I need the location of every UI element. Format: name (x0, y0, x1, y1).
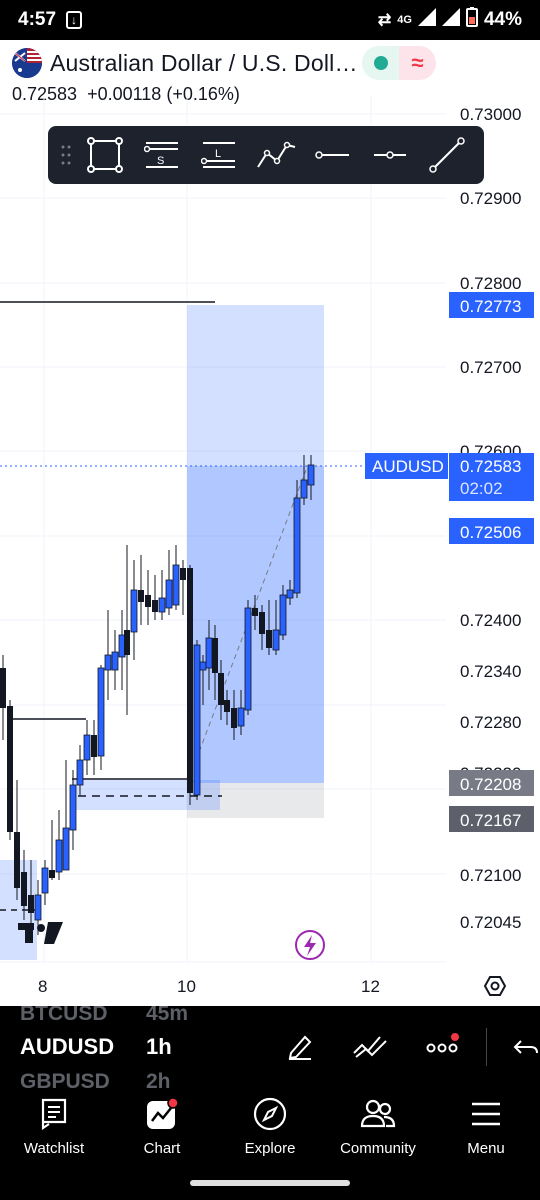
nav-label: Explore (244, 1140, 296, 1157)
trend-line-icon[interactable] (418, 126, 475, 184)
nav-watchlist[interactable]: Watchlist (0, 1094, 108, 1166)
time-tick: 8 (38, 977, 47, 996)
price-chart[interactable]: 0.73000 0.72900 0.72800 0.72700 0.72600 … (0, 96, 540, 1006)
nav-chart[interactable]: Chart (108, 1094, 216, 1166)
network-label: 4G (397, 14, 412, 26)
drawing-toolbar[interactable]: S L (48, 126, 484, 184)
price-tick: 0.72700 (460, 358, 521, 377)
time-tick: 12 (361, 977, 380, 996)
home-indicator[interactable] (190, 1180, 350, 1186)
price-tick: 0.72280 (460, 713, 521, 732)
rotate-icon: ⇄ (377, 12, 392, 29)
prev-symbol[interactable]: BTCUSD (20, 1006, 108, 1026)
signal-icon (417, 8, 436, 32)
signal2-icon (441, 8, 460, 32)
price-tick: 0.72400 (460, 611, 521, 630)
svg-text:L: L (215, 148, 221, 160)
nav-label: Menu (467, 1140, 505, 1157)
horizontal-line-icon[interactable] (304, 126, 361, 184)
au-us-flag-icon (12, 48, 42, 78)
community-icon (358, 1094, 398, 1134)
battery-icon (465, 7, 478, 33)
price-tick: 0.73000 (460, 105, 521, 124)
svg-text:S: S (157, 155, 164, 167)
nav-label: Chart (143, 1140, 181, 1157)
battery-percent: 44% (483, 9, 522, 30)
current-price-label: 0.72583 (460, 457, 521, 476)
price-tick: 0.72045 (460, 913, 521, 932)
market-open-indicator[interactable] (362, 46, 399, 80)
green-dot-icon (373, 56, 388, 70)
symbol-label: AUDUSD (372, 457, 444, 476)
grip-icon[interactable] (56, 126, 76, 184)
download-icon: ↓ (66, 11, 83, 29)
price-tick: 0.72100 (460, 866, 521, 885)
price-tick: 0.72800 (460, 274, 521, 293)
rectangle-icon[interactable] (76, 126, 133, 184)
next-interval[interactable]: 2h (146, 1070, 171, 1088)
time-tick: 10 (177, 977, 196, 996)
current-interval[interactable]: 1h (146, 1034, 172, 1060)
pencil-icon[interactable] (280, 1026, 320, 1066)
more-icon[interactable] (422, 1026, 462, 1066)
clock: 4:57 (18, 9, 57, 30)
symbol-title[interactable]: Australian Dollar / U.S. Doll… (50, 50, 358, 77)
next-symbol[interactable]: GBPUSD (20, 1070, 110, 1088)
status-bar: 4:57 ↓ ⇄ 4G 44% (0, 0, 540, 40)
nav-label: Watchlist (23, 1140, 85, 1157)
price-tick: 0.72340 (460, 662, 521, 681)
indicators-icon[interactable] (350, 1026, 390, 1066)
level-label-2: 0.72167 (460, 811, 521, 830)
nav-label: Community (340, 1140, 416, 1157)
nav-menu[interactable]: Menu (432, 1094, 540, 1166)
current-symbol[interactable]: AUDUSD (20, 1034, 114, 1060)
prev-interval[interactable]: 45m (146, 1006, 188, 1026)
chart-icon (142, 1094, 182, 1134)
wave-icon[interactable]: ≈ (399, 46, 436, 80)
settings-hex-icon[interactable] (483, 976, 507, 996)
nav-explore[interactable]: Explore (216, 1094, 324, 1166)
target-label: 0.72773 (460, 297, 521, 316)
path-icon[interactable] (247, 126, 304, 184)
horizontal-ray-icon[interactable] (361, 126, 418, 184)
lightning-icon[interactable] (295, 930, 325, 960)
nav-community[interactable]: Community (324, 1094, 432, 1166)
parallel-channel-icon[interactable]: S (133, 126, 190, 184)
title-row[interactable]: Australian Dollar / U.S. Doll… (12, 48, 358, 78)
status-icons: ⇄ 4G 44% (378, 7, 522, 33)
menu-icon (466, 1094, 506, 1134)
divider (486, 1028, 487, 1066)
back-icon[interactable] (506, 1026, 540, 1066)
watchlist-icon (34, 1094, 74, 1134)
countdown-label: 02:02 (460, 479, 503, 498)
level-label-1: 0.72208 (460, 775, 521, 794)
price-tick: 0.72900 (460, 189, 521, 208)
compass-icon (250, 1094, 290, 1134)
lines-icon[interactable]: L (190, 126, 247, 184)
entry-label: 0.72506 (460, 523, 521, 542)
time-axis[interactable]: 8 10 12 (38, 977, 380, 996)
market-status-pills[interactable]: ≈ (362, 46, 436, 80)
symbol-switcher[interactable]: BTCUSD 45m AUDUSD 1h GBPUSD 2h (0, 1006, 540, 1088)
